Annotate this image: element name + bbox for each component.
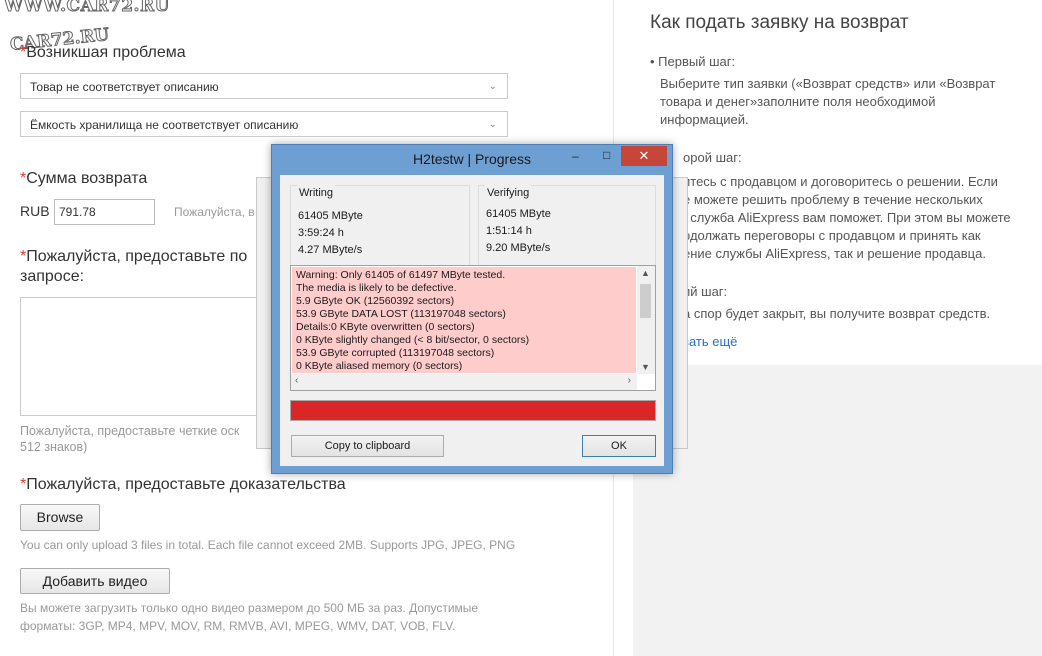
step1-title: • Первый шаг:	[650, 54, 736, 69]
vertical-scrollbar[interactable]: ▲ ▼	[637, 266, 655, 374]
video-hint: Вы можете загрузить только одно видео ра…	[20, 601, 479, 615]
chevron-down-icon: ⌄	[488, 81, 497, 92]
scroll-thumb[interactable]	[640, 284, 651, 318]
writing-group: Writing 61405 MByte 3:59:24 h 4.27 MByte…	[290, 185, 470, 270]
scroll-down-icon[interactable]: ▼	[641, 362, 650, 372]
details-label-cont: запросе:	[20, 268, 85, 285]
step2-line: е можете решить проблему в течение неско…	[683, 192, 983, 207]
writing-size: 61405 MByte	[298, 210, 363, 222]
sidebar: Как подать заявку на возврат • Первый ша…	[633, 0, 1042, 656]
h2testw-progress-window: H2testw | Progress – □ ✕ Writing 61405 M…	[271, 144, 673, 474]
scroll-left-icon[interactable]: ‹	[295, 375, 298, 386]
step2-title: орой шаг:	[683, 150, 742, 165]
browse-button[interactable]: Browse	[20, 504, 100, 531]
verifying-group: Verifying 61405 MByte 1:51:14 h 9.20 MBy…	[478, 185, 656, 270]
writing-speed: 4.27 MByte/s	[298, 244, 363, 256]
details-label: *Пожалуйста, предоставьте по	[20, 248, 248, 265]
copy-to-clipboard-button[interactable]: Copy to clipboard	[291, 435, 444, 457]
verifying-speed: 9.20 MByte/s	[486, 242, 551, 254]
close-button[interactable]: ✕	[621, 146, 667, 166]
details-hint: Пожалуйста, предоставьте четкие оск	[20, 424, 240, 438]
ok-button[interactable]: OK	[582, 435, 656, 457]
problem-detail-select[interactable]: Ёмкость хранилища не соответствует описа…	[20, 111, 508, 137]
amount-input[interactable]: 791.78	[54, 199, 155, 225]
add-video-button[interactable]: Добавить видео	[20, 568, 170, 594]
window-title: H2testw | Progress	[412, 151, 531, 167]
step3-line: а спор будет закрыт, вы получите возврат…	[683, 306, 991, 321]
log-line: The media is likely to be defective.	[296, 282, 457, 294]
chevron-down-icon: ⌄	[488, 119, 497, 130]
step3-title: ий шаг:	[683, 284, 728, 299]
log-line: 53.9 GByte DATA LOST (113197048 sectors)	[296, 308, 506, 320]
video-hint-cont: форматы: 3GP, MP4, MPV, MOV, RM, RMVB, A…	[20, 619, 456, 633]
show-more-link[interactable]: зать ещё	[683, 334, 737, 349]
close-icon: ✕	[638, 148, 650, 163]
maximize-icon[interactable]: □	[603, 148, 610, 162]
upload-hint: You can only upload 3 files in total. Ea…	[20, 538, 516, 552]
problem-select[interactable]: Товар не соответствует описанию ⌄	[20, 73, 508, 99]
verifying-time: 1:51:14 h	[486, 225, 532, 237]
dialog-client: Writing 61405 MByte 3:59:24 h 4.27 MByte…	[280, 175, 664, 466]
writing-title: Writing	[297, 185, 336, 202]
progress-bar	[290, 400, 656, 421]
details-hint-cont: 512 знаков)	[20, 440, 88, 454]
writing-time: 3:59:24 h	[298, 227, 344, 239]
verifying-size: 61405 MByte	[486, 208, 551, 220]
step1-line: товара и денег»заполните поля необходимо…	[660, 94, 936, 109]
log-line: 5.9 GByte OK (12560392 sectors)	[296, 295, 455, 307]
step2-line: одолжать переговоры с продавцом и принят…	[683, 228, 981, 243]
step2-line: ение службы AliExpress, так и решение пр…	[683, 246, 986, 261]
log-line: 53.9 GByte corrupted (113197048 sectors)	[296, 347, 495, 359]
currency-label: RUB	[20, 203, 50, 219]
scroll-right-icon[interactable]: ›	[628, 375, 631, 386]
watermark: WWW.CAR72.RU	[4, 0, 170, 17]
horizontal-scrollbar[interactable]: ‹ ›	[291, 374, 637, 390]
sidebar-card: Как подать заявку на возврат • Первый ша…	[633, 0, 1042, 365]
log-line: 0 KByte slightly changed (< 8 bit/sector…	[296, 334, 530, 346]
log-line: Details:0 KByte overwritten (0 sectors)	[296, 321, 475, 333]
scroll-up-icon[interactable]: ▲	[641, 268, 650, 278]
details-textarea[interactable]	[20, 297, 270, 416]
log-line: 0 KByte aliased memory (0 sectors)	[296, 360, 463, 372]
amount-hint: Пожалуйста, в	[174, 205, 255, 219]
verifying-title: Verifying	[485, 185, 532, 202]
problem-label: *Возникшая проблема	[20, 44, 186, 61]
step1-line: Выберите тип заявки («Возврат средств» и…	[660, 76, 996, 91]
step1-line: информацией.	[660, 112, 749, 127]
amount-label: *Сумма возврата	[20, 170, 148, 187]
step2-line: итесь с продавцом и договоритесь о решен…	[683, 174, 998, 189]
minimize-icon[interactable]: –	[572, 149, 579, 163]
evidence-label: *Пожалуйста, предоставьте доказательства	[20, 476, 346, 493]
result-log-text: Warning: Only 61405 of 61497 MByte teste…	[292, 267, 636, 373]
result-log[interactable]: Warning: Only 61405 of 61497 MByte teste…	[290, 265, 656, 391]
step2-line: , служба AliExpress вам поможет. При это…	[683, 210, 1011, 225]
sidebar-title: Как подать заявку на возврат	[650, 12, 909, 33]
log-line: Warning: Only 61405 of 61497 MByte teste…	[296, 269, 506, 281]
